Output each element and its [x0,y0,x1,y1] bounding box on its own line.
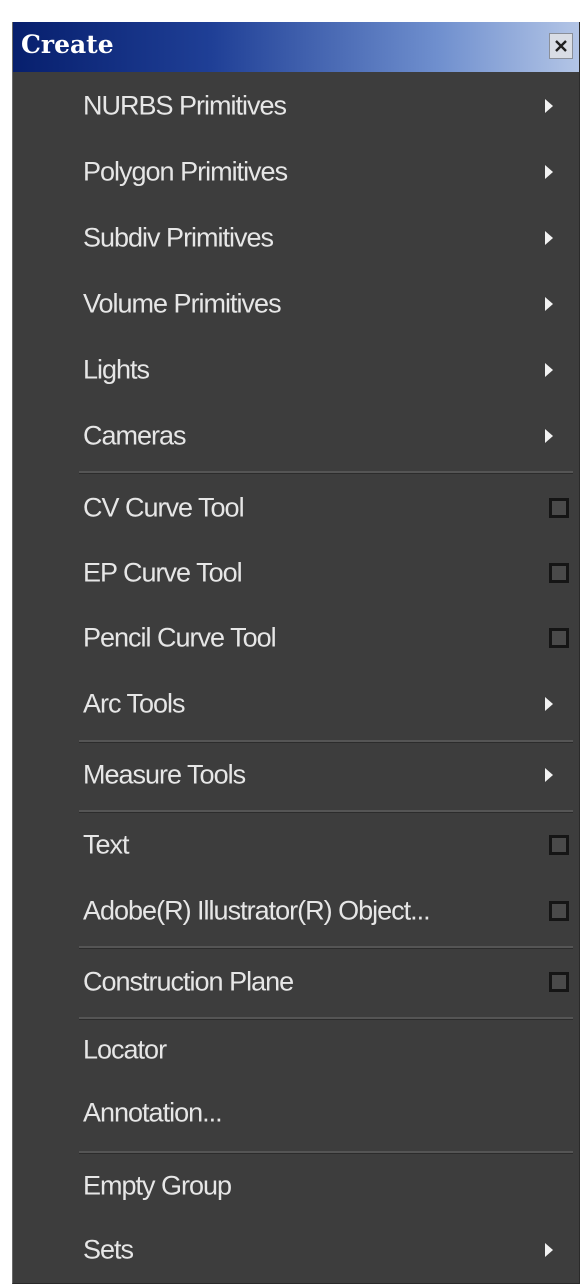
menu-item-volume-primitives[interactable]: Volume Primitives [13,274,579,334]
menu-item-label: Arc Tools [83,688,186,719]
menu-item-label: CV Curve Tool [83,492,245,523]
menu-item-pencil-curve-tool[interactable]: Pencil Curve Tool [13,608,579,668]
menu-item-text[interactable]: Text [13,815,579,875]
submenu-arrow-icon [545,429,553,443]
menu-divider [79,1151,573,1154]
option-box-icon[interactable] [549,901,569,921]
menu-item-annotation[interactable]: Annotation... [13,1083,579,1143]
menu-item-label: Lights [83,354,150,385]
menu-item-locator[interactable]: Locator [13,1020,579,1080]
menu-item-label: Adobe(R) Illustrator(R) Object... [83,895,431,926]
option-box-icon[interactable] [549,563,569,583]
menu-item-sets[interactable]: Sets [13,1220,579,1280]
menu-divider [79,946,573,949]
menu-item-polygon-primitives[interactable]: Polygon Primitives [13,142,579,202]
option-box-icon[interactable] [549,628,569,648]
menu-item-label: Annotation... [83,1097,223,1128]
menu-item-label: Locator [83,1034,167,1065]
submenu-arrow-icon [545,768,553,782]
menu-divider [79,810,573,813]
option-box-icon[interactable] [549,835,569,855]
menu-item-label: Subdiv Primitives [83,222,274,253]
submenu-arrow-icon [545,297,553,311]
close-icon [555,40,567,52]
menu-item-label: Cameras [83,420,187,451]
menu-item-lights[interactable]: Lights [13,340,579,400]
menu-item-construction-plane[interactable]: Construction Plane [13,952,579,1012]
window-title: Create [21,30,114,59]
menu-item-empty-group[interactable]: Empty Group [13,1156,579,1216]
create-menu-window: Create NURBS Primitives Polygon Primitiv… [12,22,580,1284]
menu-item-label: Text [83,829,130,860]
submenu-arrow-icon [545,165,553,179]
menu-item-label: Polygon Primitives [83,156,288,187]
menu-item-nurbs-primitives[interactable]: NURBS Primitives [13,76,579,136]
menu-item-label: Measure Tools [83,759,246,790]
menu-divider [79,740,573,743]
submenu-arrow-icon [545,697,553,711]
submenu-arrow-icon [545,231,553,245]
title-bar[interactable]: Create [13,22,579,72]
menu-item-label: Sets [83,1234,134,1265]
menu-item-label: Empty Group [83,1170,232,1201]
menu-item-label: Construction Plane [83,966,294,997]
submenu-arrow-icon [545,1243,553,1257]
menu-item-arc-tools[interactable]: Arc Tools [13,674,579,734]
menu-item-label: NURBS Primitives [83,90,287,121]
close-button[interactable] [549,33,573,59]
menu-item-subdiv-primitives[interactable]: Subdiv Primitives [13,208,579,268]
menu-divider [79,471,573,474]
menu-item-adobe-illustrator-object[interactable]: Adobe(R) Illustrator(R) Object... [13,881,579,941]
submenu-arrow-icon [545,99,553,113]
option-box-icon[interactable] [549,972,569,992]
menu-item-measure-tools[interactable]: Measure Tools [13,745,579,805]
submenu-arrow-icon [545,363,553,377]
menu-item-label: Pencil Curve Tool [83,622,277,653]
menu-item-cv-curve-tool[interactable]: CV Curve Tool [13,478,579,538]
menu-item-cameras[interactable]: Cameras [13,406,579,466]
menu-item-ep-curve-tool[interactable]: EP Curve Tool [13,543,579,603]
menu-item-label: EP Curve Tool [83,557,243,588]
option-box-icon[interactable] [549,498,569,518]
menu-item-label: Volume Primitives [83,288,282,319]
